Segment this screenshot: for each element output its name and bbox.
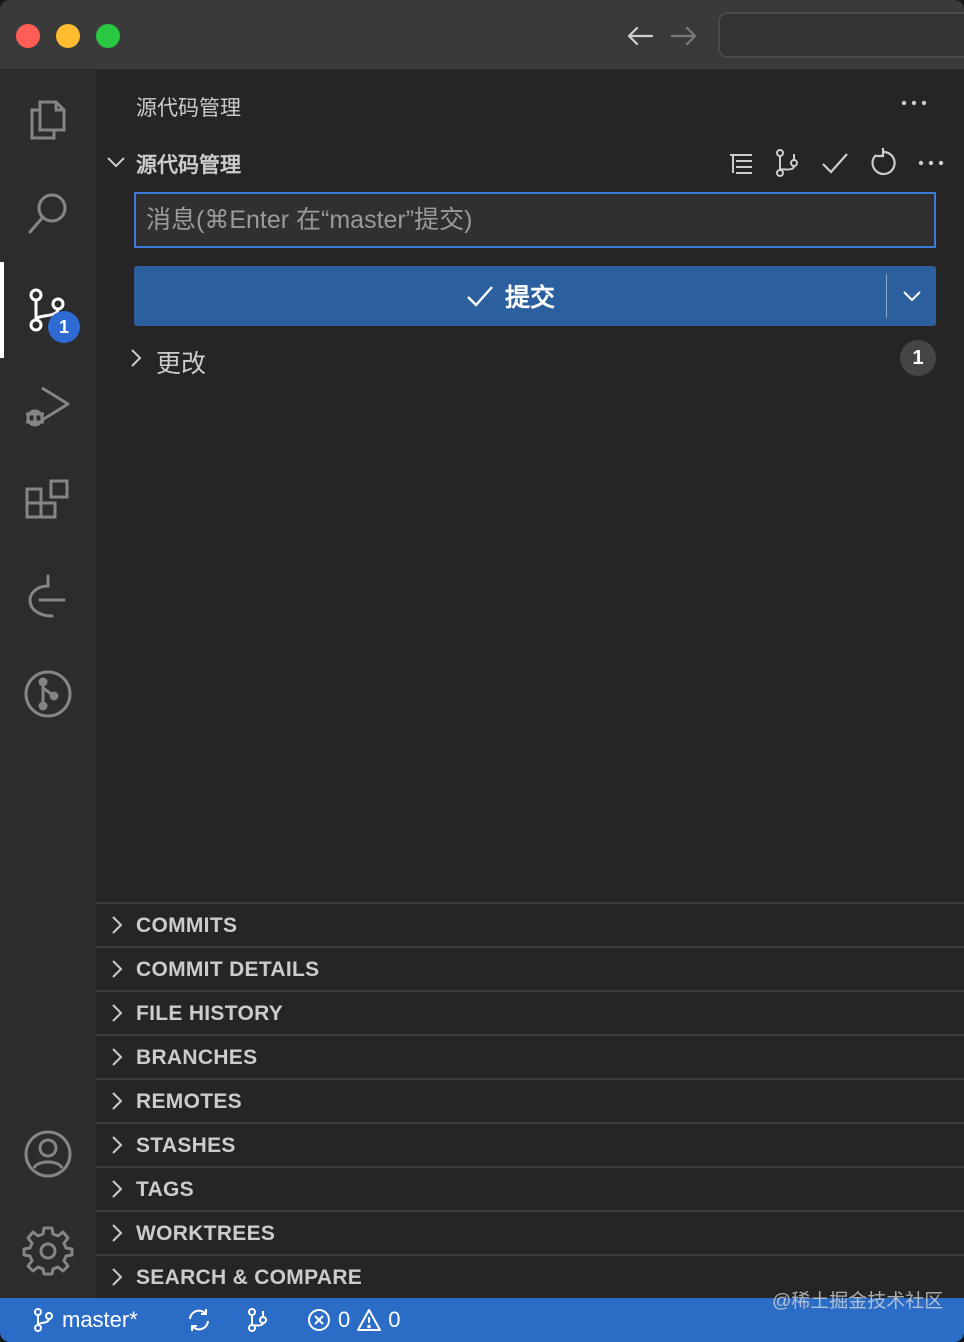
close-window-button[interactable]	[16, 24, 40, 48]
pane-stashes[interactable]: STASHES	[96, 1122, 964, 1166]
zoom-window-button[interactable]	[96, 24, 120, 48]
chevron-right-icon	[112, 916, 123, 934]
pane-title: WORKTREES	[136, 1222, 276, 1245]
view-as-tree-icon[interactable]	[724, 146, 758, 180]
commit-message-input[interactable]	[134, 192, 936, 248]
pane-branches[interactable]: BRANCHES	[96, 1034, 964, 1078]
branch-status[interactable]: master*	[30, 1298, 138, 1342]
scm-more-actions-icon[interactable]	[914, 146, 948, 180]
explorer-icon[interactable]	[0, 70, 96, 166]
title-bar	[0, 0, 964, 70]
git-graph-status[interactable]	[244, 1298, 270, 1342]
problems-status[interactable]: 0 0	[306, 1298, 401, 1342]
pane-remotes[interactable]: REMOTES	[96, 1078, 964, 1122]
pane-title: STASHES	[136, 1134, 236, 1157]
commit-button-label: 提交	[504, 284, 555, 312]
pane-title: REMOTES	[136, 1090, 242, 1113]
pane-title: COMMITS	[136, 914, 238, 937]
source-control-badge: 1	[48, 311, 80, 343]
warning-icon	[357, 1309, 382, 1331]
activity-bar: 1	[0, 70, 96, 1298]
chevron-right-icon	[112, 1268, 123, 1286]
source-control-icon[interactable]	[0, 262, 96, 358]
sidebar-title: 源代码管理	[136, 97, 241, 120]
warning-count: 0	[388, 1307, 401, 1332]
commit-options-dropdown[interactable]	[887, 266, 936, 326]
chevron-right-icon	[112, 1004, 123, 1022]
branch-name: master*	[62, 1307, 138, 1332]
search-icon[interactable]	[0, 166, 96, 262]
changes-group[interactable]: 更改 1	[96, 338, 964, 380]
run-debug-icon[interactable]	[0, 358, 96, 454]
refresh-icon[interactable]	[866, 146, 900, 180]
watermark: @稀土掘金技术社区	[772, 1291, 944, 1312]
pane-tags[interactable]: TAGS	[96, 1166, 964, 1210]
chevron-right-icon	[112, 1136, 123, 1154]
commit-check-icon[interactable]	[818, 146, 852, 180]
extensions-icon[interactable]	[0, 454, 96, 550]
account-icon[interactable]	[0, 1106, 96, 1202]
pane-title: FILE HISTORY	[136, 1002, 284, 1025]
chevron-right-icon	[112, 1224, 123, 1242]
chevron-right-icon	[112, 1180, 123, 1198]
git-branch-icon	[34, 1308, 53, 1332]
go-back-icon[interactable]	[624, 20, 656, 52]
pane-commit-details[interactable]: COMMIT DETAILS	[96, 946, 964, 990]
commit-button[interactable]: 提交	[134, 266, 936, 326]
vscode-window: 1 源代码管理 源代码管理 消息(⌘Enter 在“master”提交) 提交 …	[0, 0, 964, 1342]
sync-icon	[189, 1309, 209, 1331]
changes-label: 更改	[156, 350, 207, 378]
settings-gear-icon[interactable]	[0, 1202, 96, 1298]
git-graph-icon	[248, 1308, 267, 1332]
check-icon	[467, 286, 493, 307]
command-center-search[interactable]	[718, 12, 964, 58]
pane-title: COMMIT DETAILS	[136, 958, 320, 981]
go-forward-icon[interactable]	[668, 20, 700, 52]
minimize-window-button[interactable]	[56, 24, 80, 48]
error-icon	[308, 1309, 330, 1331]
commit-main-action[interactable]: 提交	[134, 266, 886, 326]
git-graph-icon[interactable]	[770, 146, 804, 180]
sync-status[interactable]	[186, 1298, 212, 1342]
error-count: 0	[338, 1307, 351, 1332]
chevron-down-icon	[902, 291, 921, 302]
chevron-right-icon	[112, 1092, 123, 1110]
scm-section-header[interactable]: 源代码管理	[96, 140, 964, 184]
timeline-icon[interactable]	[0, 550, 96, 646]
pane-title: SEARCH & COMPARE	[136, 1266, 363, 1289]
chevron-right-icon	[131, 349, 142, 367]
pane-worktrees[interactable]: WORKTREES	[96, 1210, 964, 1254]
pane-commits[interactable]: COMMITS	[96, 902, 964, 946]
pane-title: BRANCHES	[136, 1046, 258, 1069]
more-actions-icon[interactable]	[896, 88, 932, 118]
pane-file-history[interactable]: FILE HISTORY	[96, 990, 964, 1034]
pane-title: TAGS	[136, 1178, 194, 1201]
gitlens-panes: COMMITS COMMIT DETAILS FILE HISTORY BRAN…	[96, 902, 964, 1298]
chevron-down-icon	[107, 157, 125, 168]
chevron-right-icon	[112, 960, 123, 978]
scm-section-title: 源代码管理	[136, 154, 241, 177]
gitlens-icon[interactable]	[0, 646, 96, 742]
changes-count-badge: 1	[900, 340, 936, 376]
chevron-right-icon	[112, 1048, 123, 1066]
source-control-sidebar: 源代码管理 源代码管理 消息(⌘Enter 在“master”提交) 提交 更改…	[96, 70, 964, 1298]
